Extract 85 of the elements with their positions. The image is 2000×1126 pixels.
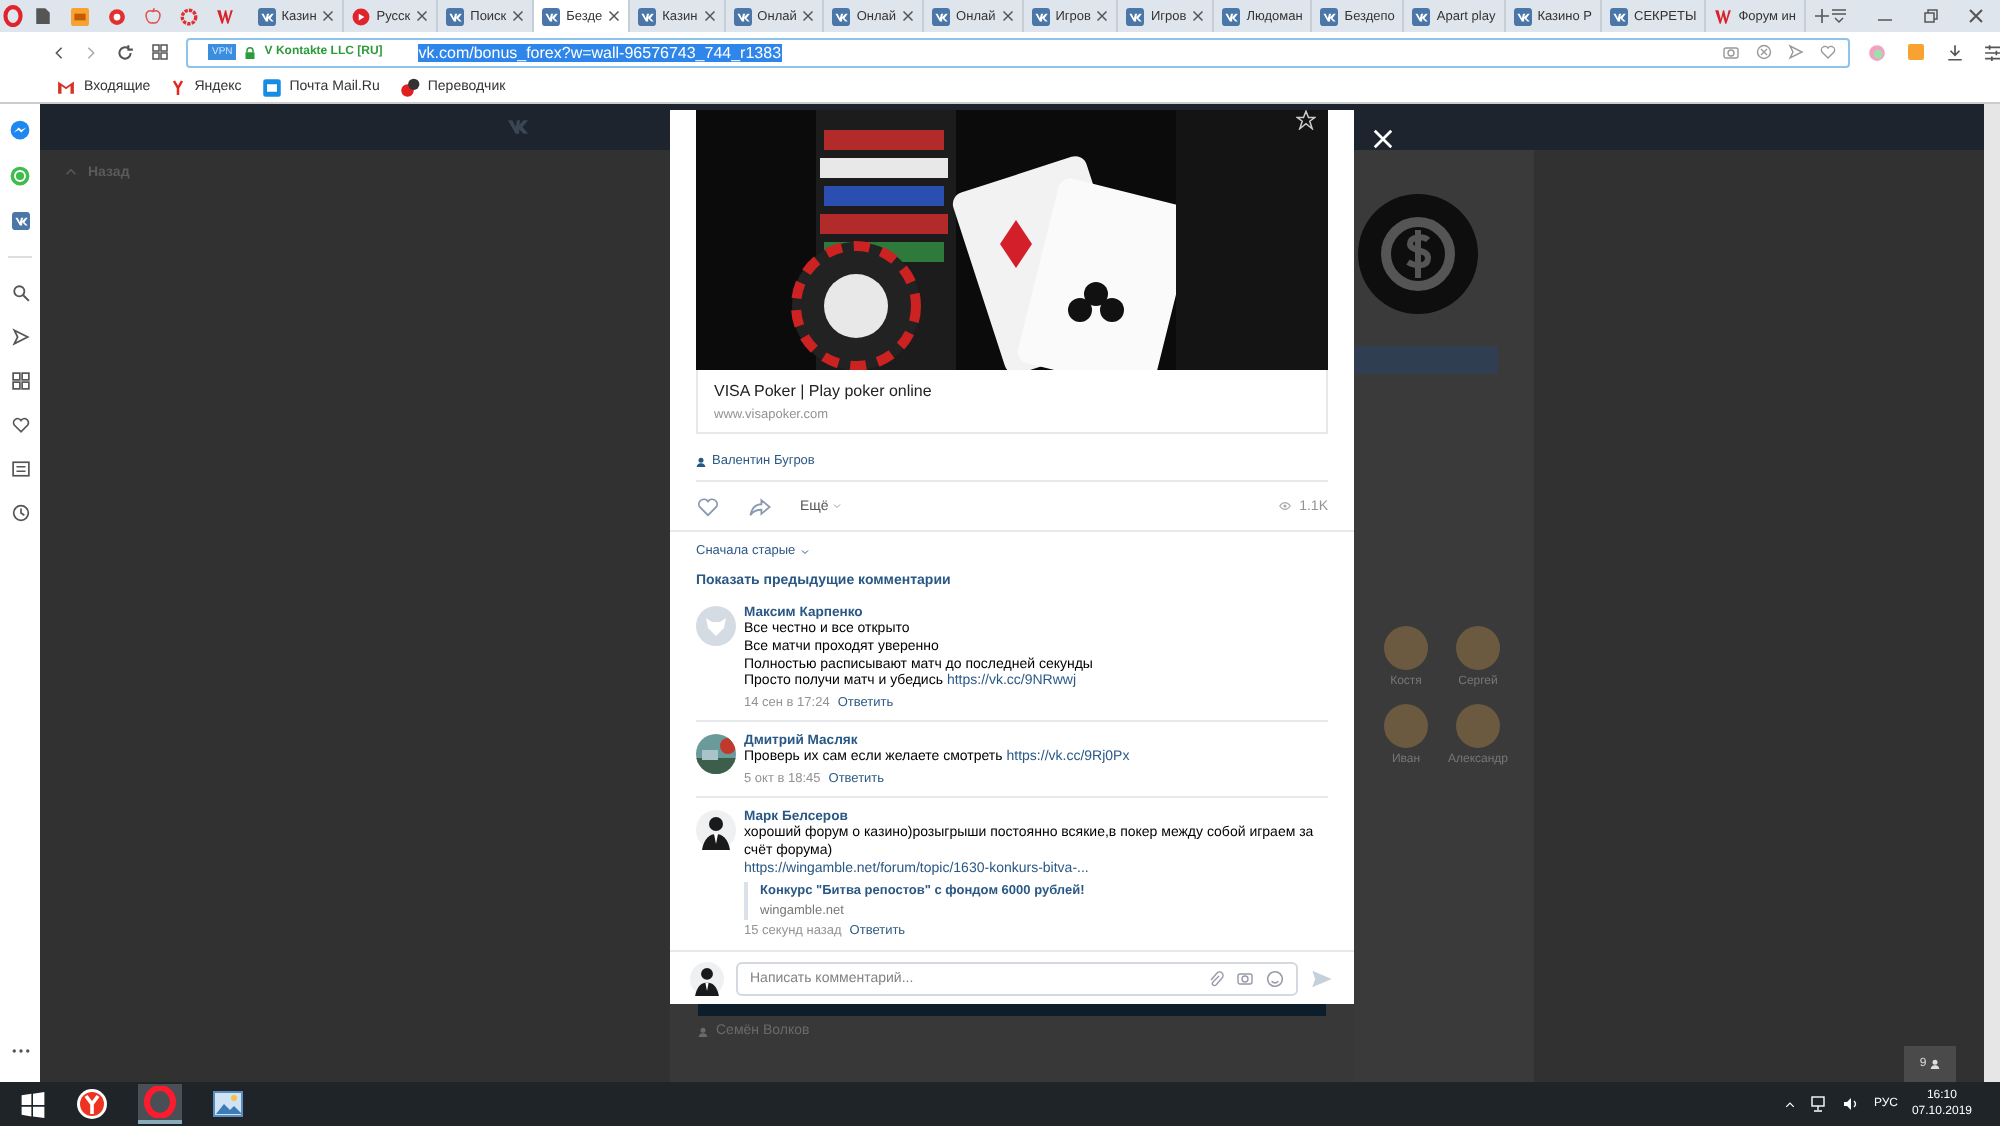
mail-icon bbox=[261, 77, 282, 97]
window-close-icon[interactable] bbox=[1968, 8, 1984, 24]
settings-icon[interactable] bbox=[1984, 43, 2000, 61]
vk-icon bbox=[257, 7, 276, 25]
vk-icon bbox=[1610, 7, 1628, 25]
restore-icon[interactable] bbox=[1922, 8, 1940, 24]
tab-close-icon[interactable] bbox=[1192, 10, 1205, 22]
mb-icon[interactable] bbox=[69, 7, 90, 25]
volume-icon[interactable] bbox=[1841, 1096, 1860, 1112]
avatar[interactable] bbox=[690, 961, 724, 995]
scrollbar[interactable] bbox=[1984, 104, 2000, 1082]
vk-icon bbox=[11, 212, 29, 230]
w-logo-icon bbox=[215, 7, 234, 25]
tab-close-icon[interactable] bbox=[322, 10, 335, 22]
block-icon[interactable] bbox=[1756, 44, 1772, 60]
user-icon bbox=[698, 1025, 708, 1037]
like-icon[interactable] bbox=[696, 495, 720, 517]
paperclip-icon[interactable] bbox=[1208, 969, 1224, 987]
clock-icon[interactable] bbox=[11, 504, 29, 522]
plus-icon[interactable] bbox=[1814, 8, 1830, 24]
w-logo-icon bbox=[1714, 7, 1733, 25]
url-text: vk.com/bonus_forex?w=wall-96576743_744_r1383 bbox=[418, 43, 782, 61]
share-icon[interactable] bbox=[748, 495, 772, 517]
eye-icon bbox=[1275, 500, 1294, 512]
reload-icon[interactable] bbox=[116, 43, 134, 61]
yandex-icon bbox=[170, 77, 187, 97]
vk-icon bbox=[542, 7, 561, 25]
tab-close-icon[interactable] bbox=[802, 10, 815, 22]
grid-icon[interactable] bbox=[152, 44, 168, 60]
play-icon bbox=[352, 7, 371, 25]
camera-icon[interactable] bbox=[1236, 970, 1254, 986]
smile-icon[interactable] bbox=[1266, 969, 1284, 987]
messenger-icon[interactable] bbox=[10, 120, 30, 140]
more-icon[interactable] bbox=[11, 1048, 29, 1054]
tab-close-icon[interactable] bbox=[512, 10, 525, 22]
download-icon[interactable] bbox=[1946, 43, 1964, 61]
avatar[interactable] bbox=[696, 734, 736, 775]
record-icon[interactable] bbox=[107, 7, 126, 25]
vk-icon bbox=[1222, 7, 1241, 25]
vk-icon bbox=[932, 7, 951, 25]
vk-icon bbox=[733, 7, 752, 25]
heart-icon[interactable] bbox=[11, 416, 29, 434]
tab-menu-icon[interactable] bbox=[1830, 8, 1848, 24]
star-icon[interactable] bbox=[1296, 110, 1316, 130]
vk-icon bbox=[1320, 7, 1339, 25]
link-title[interactable]: VISA Poker | Play poker online bbox=[714, 382, 1310, 400]
tab-close-icon[interactable] bbox=[703, 10, 716, 22]
tab-close-icon[interactable] bbox=[1096, 10, 1109, 22]
caret-icon bbox=[799, 547, 810, 555]
color-circle-icon[interactable] bbox=[1868, 43, 1886, 61]
network-icon[interactable] bbox=[1809, 1096, 1828, 1112]
camera-icon[interactable] bbox=[1722, 44, 1740, 60]
translate-icon bbox=[399, 77, 420, 97]
apple-icon[interactable] bbox=[143, 6, 162, 26]
back-icon[interactable] bbox=[52, 43, 66, 61]
caret-icon bbox=[832, 502, 843, 510]
chevron-up-icon[interactable] bbox=[1783, 1099, 1796, 1109]
tab-close-icon[interactable] bbox=[608, 10, 621, 22]
tab-close-icon[interactable] bbox=[416, 10, 429, 22]
opera-logo-icon[interactable] bbox=[1, 4, 24, 28]
document-icon[interactable] bbox=[33, 6, 52, 26]
news-icon[interactable] bbox=[11, 460, 29, 478]
windows-start-icon[interactable] bbox=[20, 1091, 46, 1117]
close-icon[interactable] bbox=[1372, 128, 1394, 150]
vk-icon bbox=[832, 7, 851, 25]
chevron-up-icon bbox=[64, 166, 78, 178]
ring-icon[interactable] bbox=[179, 7, 198, 25]
vk-icon bbox=[1126, 7, 1145, 25]
vk-icon bbox=[638, 7, 657, 25]
user-icon bbox=[696, 455, 706, 467]
vk-icon bbox=[1031, 7, 1050, 25]
vk-icon bbox=[446, 7, 465, 25]
avatar[interactable] bbox=[696, 809, 736, 850]
vk-logo-icon bbox=[504, 118, 532, 136]
send-icon[interactable] bbox=[11, 328, 29, 346]
user-icon bbox=[1930, 1058, 1941, 1070]
dollar-avatar-icon bbox=[1354, 190, 1482, 318]
tab-close-icon[interactable] bbox=[1001, 10, 1014, 22]
vk-icon bbox=[1513, 7, 1532, 25]
tab-close-icon[interactable] bbox=[902, 10, 915, 22]
vk-icon bbox=[1412, 7, 1431, 25]
lock-icon bbox=[244, 45, 257, 59]
search-icon[interactable] bbox=[11, 284, 29, 302]
mail-envelope-icon bbox=[56, 78, 76, 96]
grid-icon[interactable] bbox=[11, 372, 29, 390]
